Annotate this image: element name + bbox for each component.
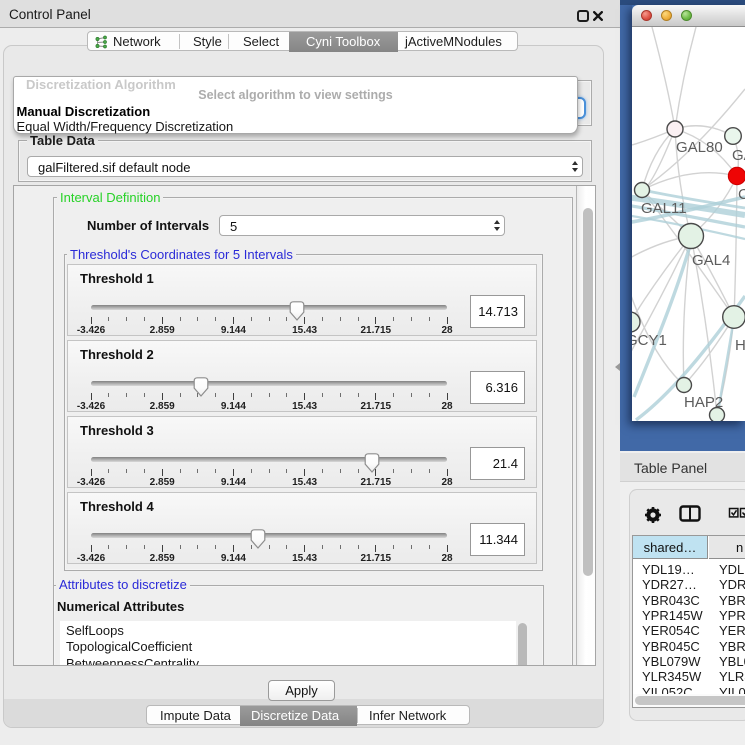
svg-text:HAP2: HAP2 — [684, 394, 723, 411]
svg-text:GAL80: GAL80 — [676, 139, 723, 156]
svg-text:GAL11: GAL11 — [641, 200, 687, 217]
svg-text:H: H — [735, 337, 745, 354]
svg-text:GCY1: GCY1 — [632, 332, 667, 349]
svg-text:GAL4: GAL4 — [692, 252, 730, 269]
svg-text:C: C — [738, 186, 745, 203]
svg-text:GA: GA — [732, 147, 745, 164]
